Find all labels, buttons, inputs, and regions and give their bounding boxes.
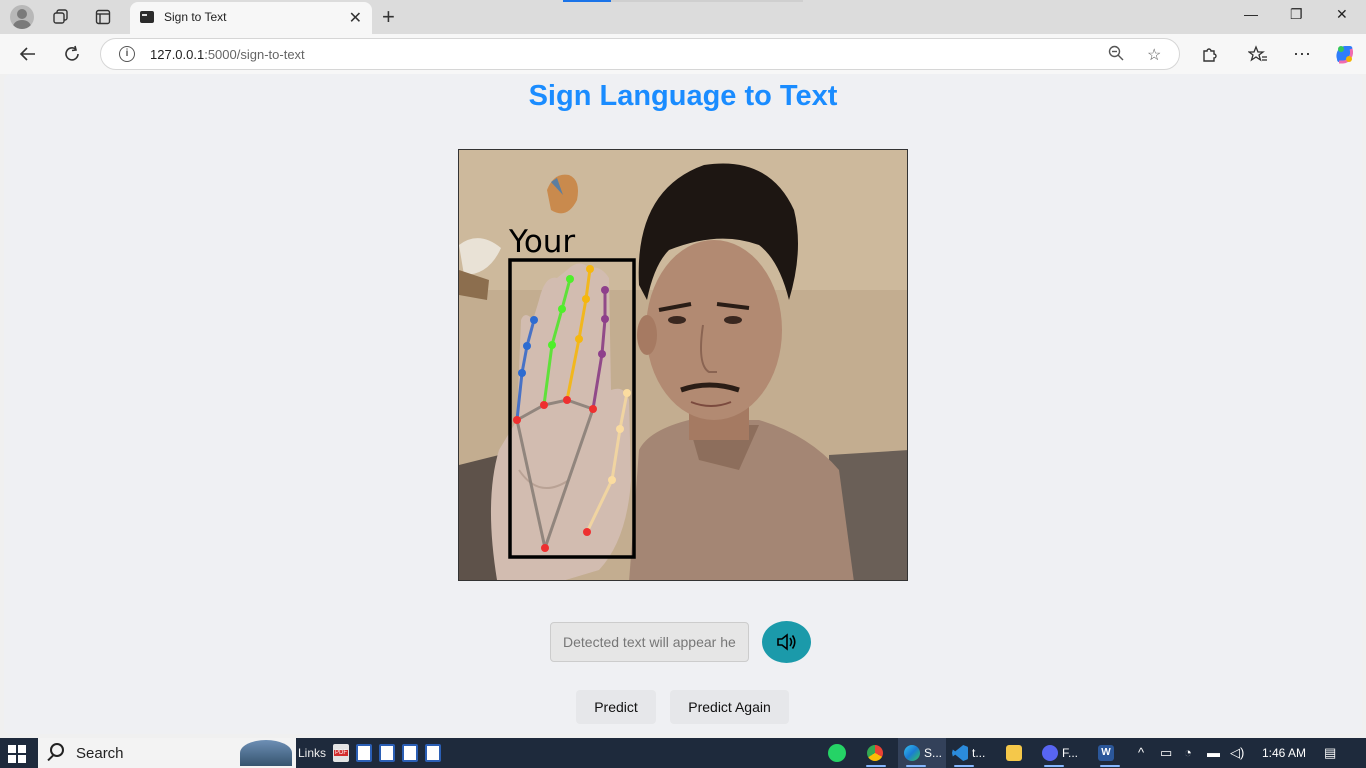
taskbar-edge-label: S... [924,746,943,760]
doc-file-icon[interactable] [402,744,418,762]
url-text: 127.0.0.1:5000/sign-to-text [150,47,305,62]
close-window-icon[interactable]: ✕ [1336,6,1348,23]
taskbar-file-explorer[interactable] [1000,738,1030,768]
profile-avatar-icon[interactable] [10,5,34,29]
speak-button[interactable] [762,621,811,663]
taskbar-vscode[interactable]: t... [946,738,994,768]
restore-icon[interactable]: ❐ [1290,6,1303,23]
workspaces-icon[interactable] [50,6,72,28]
taskbar-discord[interactable]: F... [1036,738,1086,768]
camera-feed: Your [458,149,908,581]
back-arrow-icon[interactable] [16,42,40,66]
notifications-icon[interactable]: ▤ [1324,745,1336,761]
site-info-icon[interactable]: i [119,46,135,62]
windows-taskbar: Search Links PDF S... t... F... W ^ ▭ ◔ … [0,738,1366,768]
navigation-bar: i 127.0.0.1:5000/sign-to-text ☆ ⋯ [0,34,1366,74]
taskbar-edge[interactable]: S... [898,738,946,768]
favorites-icon[interactable] [1246,42,1270,66]
copilot-icon[interactable] [1332,42,1356,66]
word-icon: W [1098,745,1114,761]
refresh-icon[interactable] [60,42,84,66]
taskbar-discord-label: F... [1062,746,1079,760]
windows-start-icon[interactable] [8,745,26,763]
minimize-icon[interactable]: — [1244,6,1258,22]
show-hidden-icons-icon[interactable]: ^ [1138,745,1144,760]
new-tab-icon[interactable]: + [382,4,395,30]
favorite-star-icon[interactable]: ☆ [1147,45,1161,65]
tab-sign-to-text[interactable]: Sign to Text ✕ [130,2,372,34]
wifi-icon[interactable]: ◔ [1184,745,1192,760]
page-content: Sign Language to Text Your Detected text… [4,74,1362,734]
whatsapp-icon[interactable] [828,744,846,762]
clock[interactable]: 1:46 AM [1262,746,1306,760]
doc-file-icon[interactable] [356,744,372,762]
chrome-icon [867,745,883,761]
extensions-icon[interactable] [1198,42,1222,66]
tab-title: Sign to Text [164,10,227,24]
predict-button[interactable]: Predict [576,690,656,724]
zoom-icon[interactable] [1108,45,1124,66]
vscode-icon [952,745,968,761]
terminal-favicon-icon [140,11,154,23]
predict-again-button[interactable]: Predict Again [670,690,789,724]
detected-text-field[interactable] [550,622,749,662]
search-label: Search [76,745,124,762]
edge-icon [904,745,920,761]
pdf-file-icon[interactable]: PDF [333,744,349,762]
discord-icon [1042,745,1058,761]
battery-icon[interactable]: ▬ [1207,745,1220,760]
address-bar[interactable]: i 127.0.0.1:5000/sign-to-text ☆ [100,38,1180,70]
search-icon [50,743,64,757]
more-menu-icon[interactable]: ⋯ [1290,42,1314,66]
links-toolbar-label: Links [298,746,327,760]
browser-tab-strip: Sign to Text ✕ + — ❐ ✕ [0,0,1366,34]
search-highlight-art [240,740,292,766]
folder-icon [1006,745,1022,761]
overlay-prediction-text: Your [508,224,575,260]
taskbar-word[interactable]: W [1092,738,1122,768]
volume-icon[interactable]: ◁) [1230,745,1244,761]
taskbar-chrome[interactable] [858,738,894,768]
doc-file-icon[interactable] [425,744,441,762]
taskbar-vscode-label: t... [972,746,986,760]
vertical-tabs-icon[interactable] [92,6,114,28]
taskbar-search[interactable]: Search [38,738,296,768]
loading-strip [563,0,803,2]
speaker-icon [776,633,796,651]
doc-file-icon[interactable] [379,744,395,762]
camera-in-use-icon[interactable]: ▭ [1160,745,1172,761]
close-tab-icon[interactable]: ✕ [349,8,362,28]
page-title: Sign Language to Text [528,80,838,112]
